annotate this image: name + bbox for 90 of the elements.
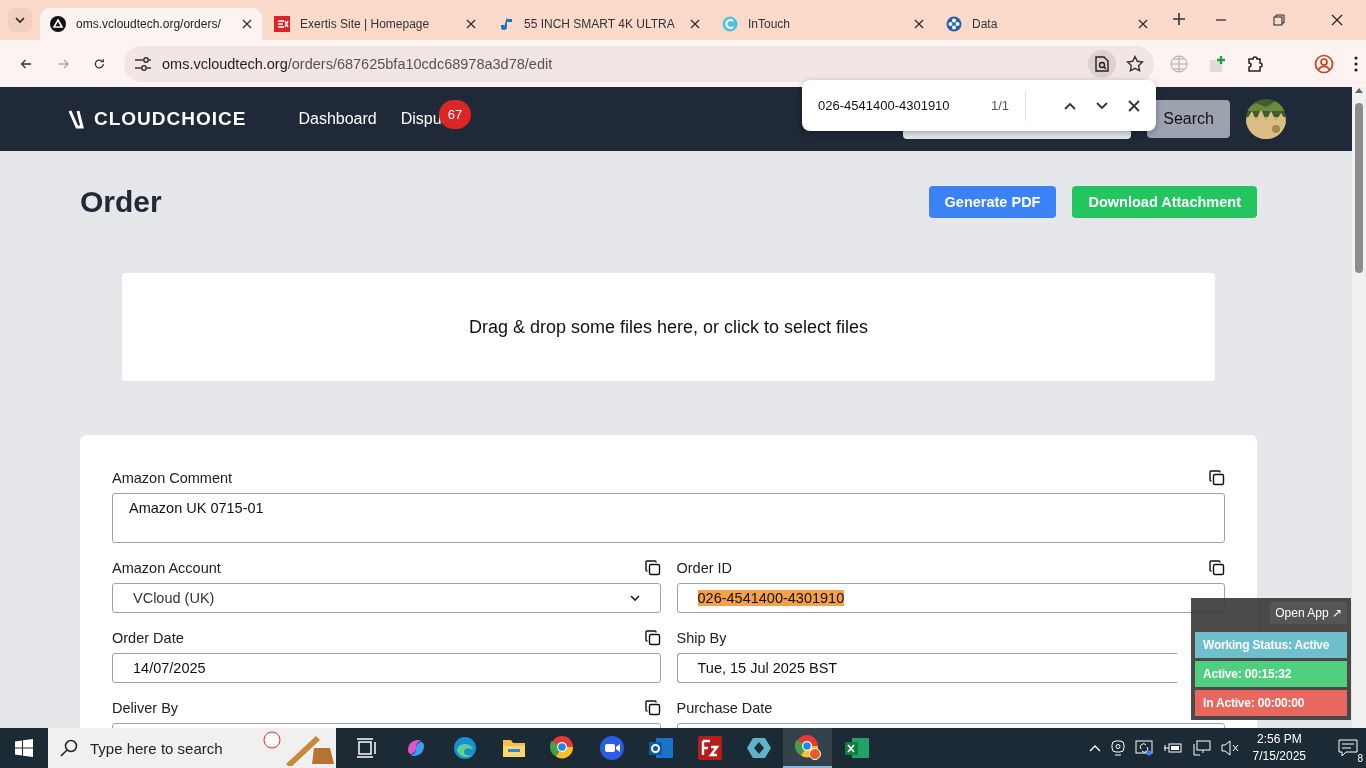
ring-logo-icon (722, 16, 738, 32)
taskbar-button[interactable] (783, 728, 832, 768)
sheet-app-icon[interactable] (843, 736, 870, 760)
ring-browser-icon[interactable] (549, 735, 576, 761)
windows-icon[interactable] (15, 739, 33, 757)
field-value: VCloud (UK) (133, 590, 215, 606)
find-in-page-icon (1095, 55, 1109, 72)
browser-tab[interactable]: Data (936, 8, 1158, 40)
field-label: Purchase Date (676, 700, 773, 716)
square-app-icon[interactable] (697, 736, 722, 760)
close-icon[interactable] (914, 19, 924, 29)
browser-tab[interactable]: oms.vcloudtech.org/orders/ (40, 8, 262, 40)
battery-plug-icon[interactable] (1162, 741, 1183, 755)
notifications-icon[interactable] (1338, 739, 1358, 757)
browser-tab[interactable]: 55 INCH SMART 4K ULTRA (488, 8, 710, 40)
notification-count: 8 (1354, 752, 1366, 765)
status-row: Working Status: Active (1195, 632, 1347, 658)
dots-logo-icon (946, 16, 962, 32)
chevron-down-icon (629, 594, 640, 602)
chevron-down-icon (15, 16, 25, 24)
task-view-icon[interactable] (355, 738, 378, 758)
chevron-up-icon[interactable] (1064, 101, 1076, 110)
field-label: Amazon Comment (112, 470, 233, 486)
scrollbar-thumb[interactable] (1355, 103, 1363, 273)
status-row: In Active: 00:00:00 (1195, 690, 1347, 716)
select-field[interactable]: VCloud (UK) (112, 583, 661, 613)
field-value: 026-4541400-4301910 (697, 590, 845, 606)
network-icon[interactable] (1192, 740, 1211, 756)
copy-icon[interactable] (1209, 470, 1225, 486)
text-area[interactable]: Amazon UK 0715-01 (112, 493, 1225, 543)
field-label: Order Date (112, 630, 184, 646)
copy-icon[interactable] (1209, 560, 1225, 576)
display-sync-icon[interactable] (1134, 740, 1153, 756)
find-field[interactable]: 026-4541400-4301910 (818, 98, 991, 113)
search-icon (60, 739, 78, 757)
copy-icon[interactable] (644, 700, 661, 716)
chevron-down-icon[interactable] (1096, 101, 1108, 110)
field-value: 14/07/2025 (133, 660, 206, 676)
mail-app-icon[interactable] (647, 736, 674, 760)
folder-icon[interactable] (501, 738, 526, 758)
nav-link[interactable]: Dashboard (298, 110, 377, 128)
address-bar[interactable]: oms.vcloudtech.org/orders/687625bfa10cdc68978a3d78/edit (124, 45, 1154, 82)
copy-icon[interactable] (644, 560, 661, 576)
taskbar-search-field[interactable]: Type here to search (48, 728, 336, 768)
site-settings-icon[interactable] (134, 55, 152, 72)
generate-button[interactable]: Generate PDF (928, 186, 1057, 218)
close-icon[interactable] (1138, 19, 1148, 29)
camera-app-icon[interactable] (598, 735, 625, 761)
plus-extension-icon[interactable] (1208, 54, 1226, 73)
field-value: Tue, 15 Jul 2025 BST (697, 660, 838, 676)
page-title: Order (80, 185, 163, 219)
ring-browser-badge-icon[interactable] (794, 734, 821, 760)
wave-icon[interactable] (452, 736, 477, 760)
plus-icon[interactable] (1172, 12, 1186, 26)
close-icon[interactable] (1128, 99, 1140, 112)
close-icon[interactable] (242, 19, 252, 29)
puzzle-icon[interactable] (1246, 54, 1264, 73)
star-icon[interactable] (1126, 54, 1144, 73)
close-icon[interactable] (1331, 14, 1343, 26)
browser-tab[interactable]: InTouch (712, 8, 934, 40)
more-menu-icon[interactable] (1354, 55, 1358, 72)
field-label: Order ID (676, 560, 733, 576)
logo-text: CLOUDCHOICE (94, 108, 247, 130)
browser-tab[interactable]: Exertis Site | Homepage (264, 8, 486, 40)
restore-icon[interactable] (1273, 14, 1285, 26)
diamond-app-icon[interactable] (745, 736, 772, 760)
match-count: 1/1 (990, 90, 1026, 121)
triangle-logo-icon (50, 16, 66, 32)
input-field[interactable]: 14/07/2025 (112, 653, 661, 683)
webcam-icon[interactable] (1110, 740, 1125, 756)
field-label: Amazon Account (112, 560, 221, 576)
scrollbar[interactable] (1352, 87, 1366, 728)
close-icon[interactable] (466, 19, 476, 29)
copy-icon[interactable] (644, 630, 661, 646)
clock-date[interactable]: 7/15/2025 (1252, 748, 1306, 765)
square-logo-icon (274, 16, 290, 32)
file-dropzone[interactable]: Drag & drop some files here, or click to select files (122, 273, 1215, 381)
field-value: Amazon UK 0715-01 (129, 500, 264, 516)
search-button[interactable]: Search (1147, 100, 1230, 138)
mute-icon[interactable] (1220, 740, 1239, 756)
tab-list-button[interactable] (8, 8, 32, 32)
clock-time[interactable]: 2:56 PM (1256, 731, 1302, 748)
close-icon[interactable] (690, 19, 700, 29)
input-field[interactable]: Tue, 15 Jul 2025 BST (676, 653, 1177, 683)
open-app-link[interactable]: Open App ↗ (1270, 602, 1347, 624)
find-in-page-button[interactable] (1088, 49, 1116, 78)
field-label: Deliver By (112, 700, 179, 716)
profile-icon[interactable] (1314, 53, 1334, 74)
status-row: Active: 00:15:32 (1195, 661, 1347, 687)
field-label: Ship By (676, 630, 727, 646)
